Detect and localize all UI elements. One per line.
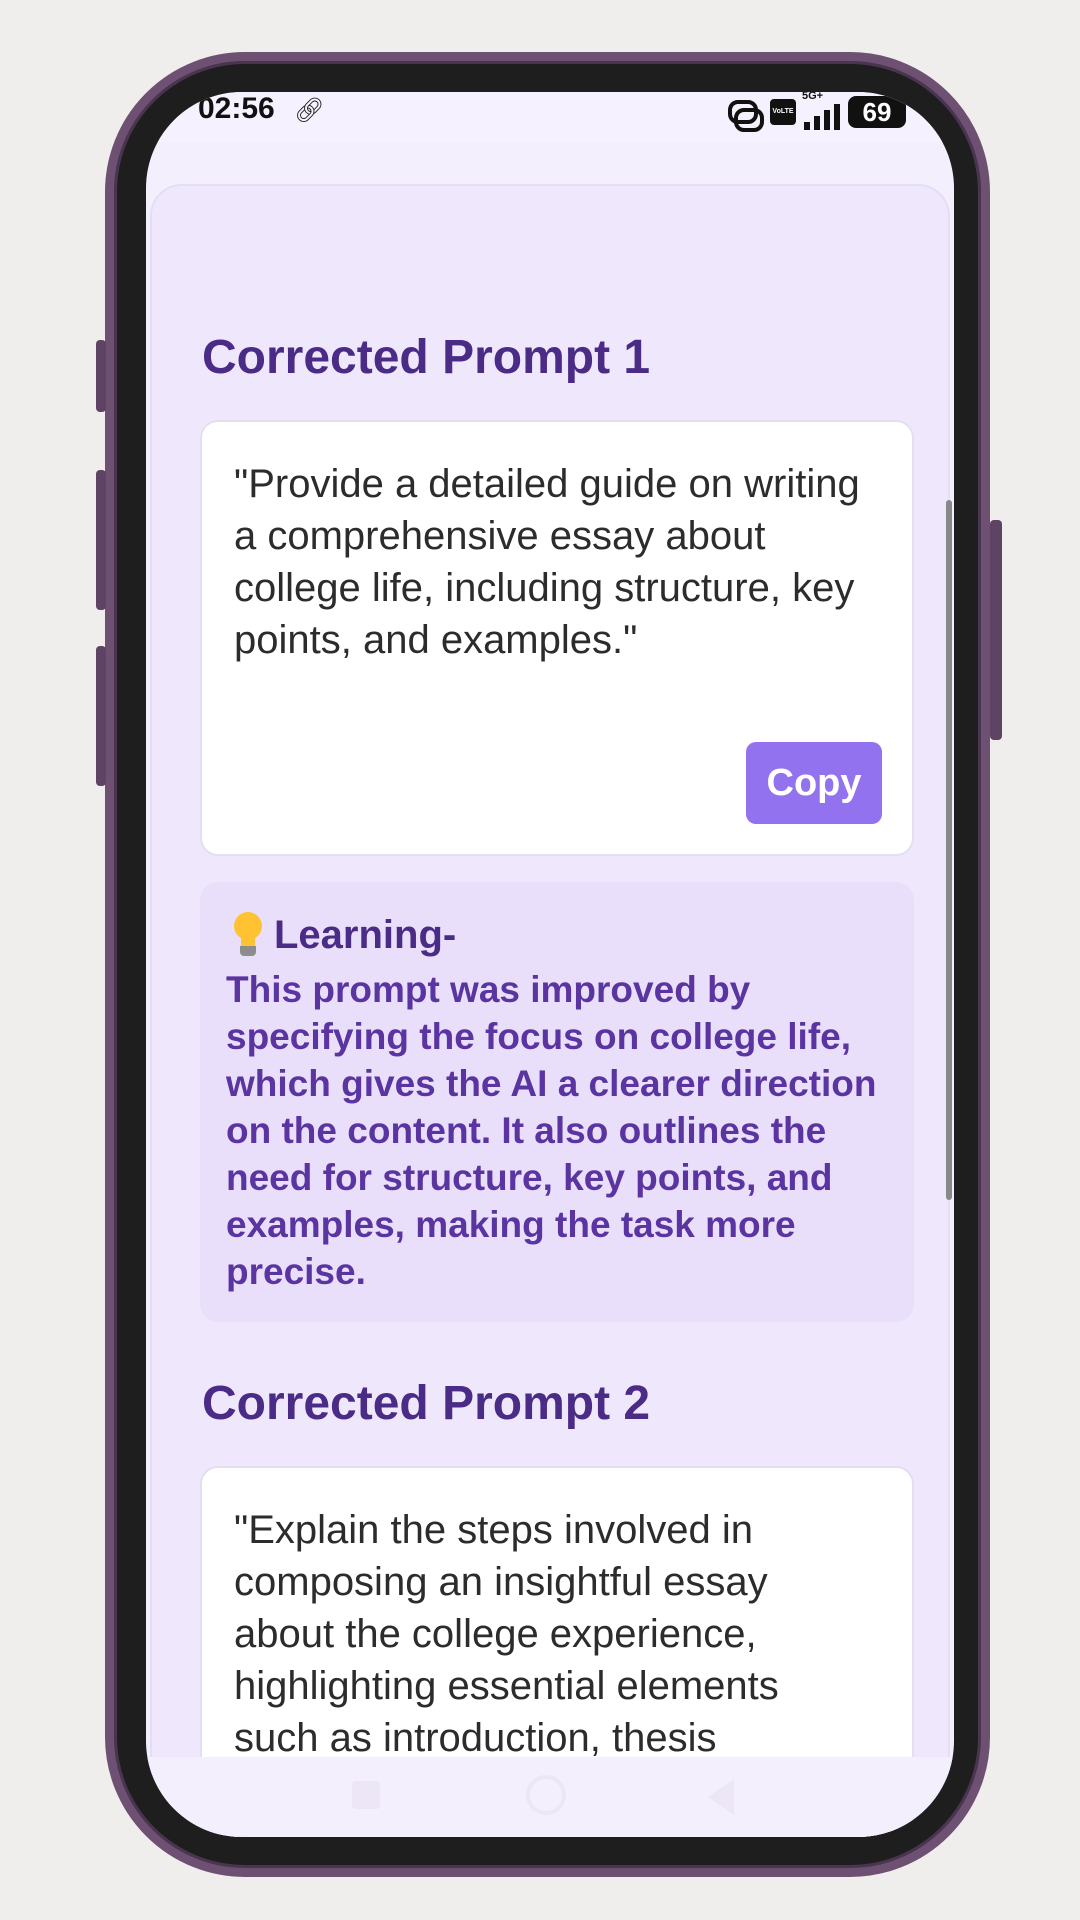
lightbulb-icon [232, 912, 264, 958]
volume-up-button [96, 340, 106, 412]
back-button[interactable] [708, 1779, 734, 1815]
scrollbar[interactable] [946, 500, 952, 1200]
status-time: 02:56 [198, 92, 275, 125]
copy-button[interactable]: Copy [746, 742, 882, 824]
dual-app-icon [728, 98, 764, 132]
navigation-bar [146, 1757, 954, 1837]
battery-icon: 69 [848, 96, 906, 128]
link-icon: 🔗︎ [294, 97, 325, 124]
status-bar: 02:56 🔗︎ VoLTE 5G+ 69 [146, 92, 954, 142]
volte-icon: VoLTE [770, 99, 796, 125]
results-panel: Corrected Prompt 1 "Provide a detailed g… [150, 184, 950, 1837]
phone-screen: 02:56 🔗︎ VoLTE 5G+ 69 Corrected Prompt 1… [146, 92, 954, 1837]
home-button[interactable] [526, 1775, 566, 1815]
section-title-2: Corrected Prompt 2 [202, 1377, 651, 1430]
learning-label: Learning- [274, 912, 457, 957]
learning-heading: Learning- [232, 912, 456, 958]
learning-box: Learning- This prompt was improved by sp… [200, 882, 914, 1322]
volte-label: VoLTE [772, 108, 794, 115]
signal-icon: 5G+ [802, 92, 840, 130]
status-icons: VoLTE 5G+ 69 [728, 92, 906, 132]
learning-text: This prompt was improved by specifying t… [226, 969, 877, 1292]
power-button [990, 520, 1002, 740]
recents-button[interactable] [352, 1781, 380, 1809]
section-title-1: Corrected Prompt 1 [202, 331, 651, 384]
network-type: 5G+ [802, 92, 824, 102]
prompt-card-1: "Provide a detailed guide on writing a c… [200, 420, 914, 856]
volume-middle-button [96, 470, 106, 610]
volume-down-button [96, 646, 106, 786]
prompt-text-1: "Provide a detailed guide on writing a c… [234, 462, 860, 662]
battery-level: 69 [862, 96, 892, 127]
